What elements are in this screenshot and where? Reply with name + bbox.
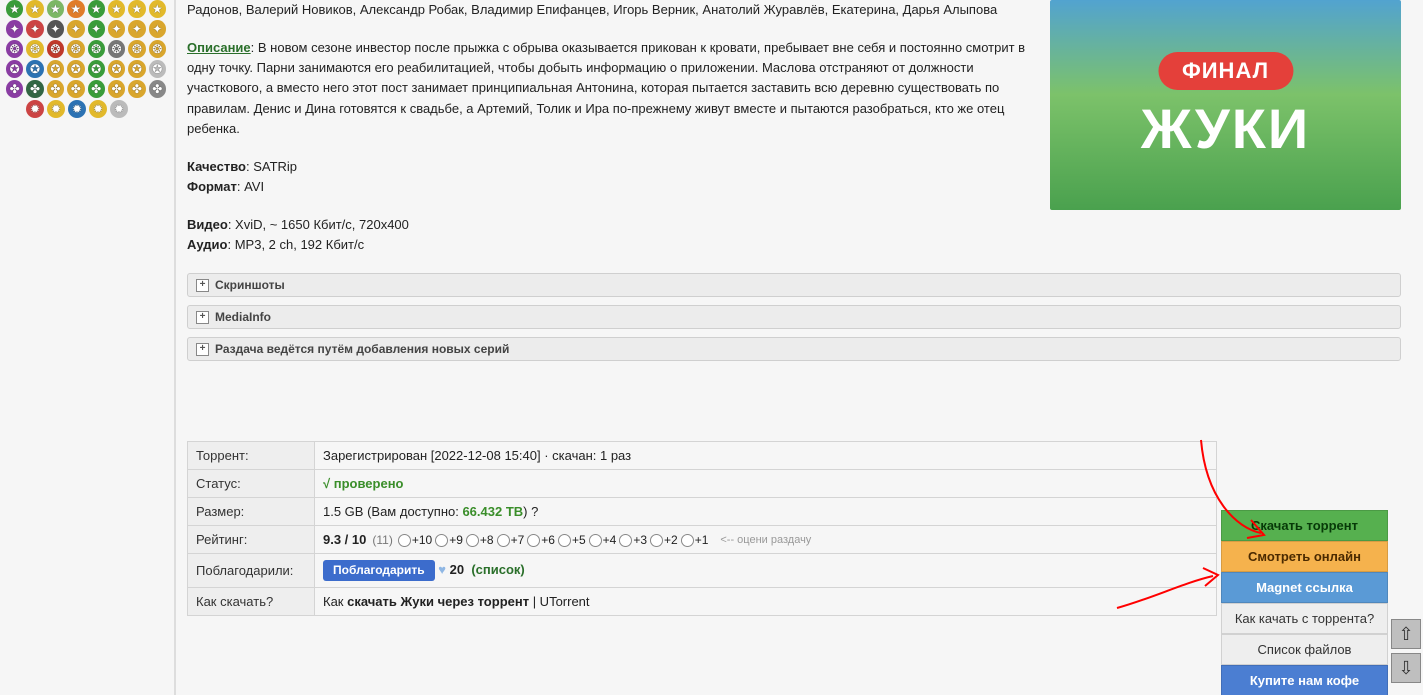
rating-radio[interactable] [398,534,411,547]
rating-option-label: +6 [541,533,555,547]
quality-label: Качество [187,159,246,174]
size-label: Размер: [188,498,315,526]
rating-radio[interactable] [619,534,632,547]
user-badges-grid: ★★★★★★★★ ✦✦✦✦✦✦✦✦ ❂❂❂❂❂❂❂❂ ✪✪✪✪✪✪✪✪ ✤✤✤✤… [6,0,166,120]
rating-radio[interactable] [650,534,663,547]
file-list-button[interactable]: Список файлов [1221,634,1388,665]
size-available: 66.432 TB [462,504,523,519]
poster-title: ЖУКИ [1050,96,1401,161]
thanks-list-link[interactable]: список [476,562,521,577]
thanks-cell: Поблагодарить ♥ 20 (список) [315,554,1217,588]
howto-label: Как скачать? [188,588,315,616]
status-label: Статус: [188,470,315,498]
rating-option-label: +5 [572,533,586,547]
rating-radio[interactable] [435,534,448,547]
rating-radio[interactable] [589,534,602,547]
rating-label: Рейтинг: [188,526,315,554]
rating-score: 9.3 / 10 [323,532,366,547]
format-label: Формат [187,179,237,194]
plus-icon: + [196,279,209,292]
rating-radio[interactable] [558,534,571,547]
audio-label: Аудио [187,237,227,252]
thanks-label: Поблагодарили: [188,554,315,588]
rating-option-label: +2 [664,533,678,547]
rating-radio[interactable] [681,534,694,547]
audio-value: : MP3, 2 ch, 192 Кбит/с [227,237,364,252]
rating-count: (11) [372,533,392,547]
rating-option-label: +1 [695,533,709,547]
scroll-down-button[interactable]: ⇩ [1391,653,1421,683]
video-value: : XviD, ~ 1650 Кбит/с, 720x400 [228,217,409,232]
howto-bold: скачать Жуки через торрент [347,594,529,609]
rating-radio[interactable] [497,534,510,547]
thanks-button[interactable]: Поблагодарить [323,560,435,581]
heart-icon: ♥ [438,562,446,577]
annotation-arrow-icon [1113,558,1223,618]
plus-icon: + [196,311,209,324]
description-label: Описание [187,40,251,55]
rating-radio[interactable] [527,534,540,547]
spoiler-mediainfo[interactable]: + MediaInfo [187,305,1401,329]
torrent-info-table: Торрент: Зарегистрирован [2022-12-08 15:… [187,441,1217,616]
rating-option-label: +3 [633,533,647,547]
rating-radio[interactable] [466,534,479,547]
rating-hint: <-- оцени раздачу [720,534,811,546]
spoiler-screenshots[interactable]: + Скриншоты [187,273,1401,297]
rating-option-label: +7 [511,533,525,547]
spoiler-adding-label: Раздача ведётся путём добавления новых с… [215,342,509,356]
poster-pill: ФИНАЛ [1158,52,1293,90]
howto-cell: Как скачать Жуки через торрент | UTorren… [315,588,1217,616]
spoiler-screenshots-label: Скриншоты [215,278,285,292]
torrent-value: Зарегистрирован [2022-12-08 15:40] · ска… [315,442,1217,470]
scroll-up-button[interactable]: ⇧ [1391,619,1421,649]
spoiler-adding[interactable]: + Раздача ведётся путём добавления новых… [187,337,1401,361]
plus-icon: + [196,343,209,356]
thanks-count: 20 [450,562,464,577]
rating-option-label: +10 [412,533,432,547]
rating-option-label: +8 [480,533,494,547]
description-text: : В новом сезоне инвестор после прыжка с… [187,40,1025,136]
video-label: Видео [187,217,228,232]
quality-value: : SATRip [246,159,297,174]
rating-option-label: +4 [603,533,617,547]
status-value: √ проверено [323,476,404,491]
format-value: : AVI [237,179,264,194]
rating-row: 9.3 / 10 (11) +10 +9 +8 +7 +6 +5 +4 +3 +2 +1 <-- … [323,532,1208,547]
donate-coffee-button[interactable]: Купите нам кофе [1221,665,1388,695]
rating-option-label: +9 [449,533,463,547]
poster-image: ФИНАЛ ЖУКИ [1050,0,1401,210]
torrent-label: Торрент: [188,442,315,470]
howto-download-button[interactable]: Как качать с торрента? [1221,603,1388,634]
size-value: 1.5 GB (Вам доступно: 66.432 TB) ? [315,498,1217,526]
spoiler-mediainfo-label: MediaInfo [215,310,271,324]
